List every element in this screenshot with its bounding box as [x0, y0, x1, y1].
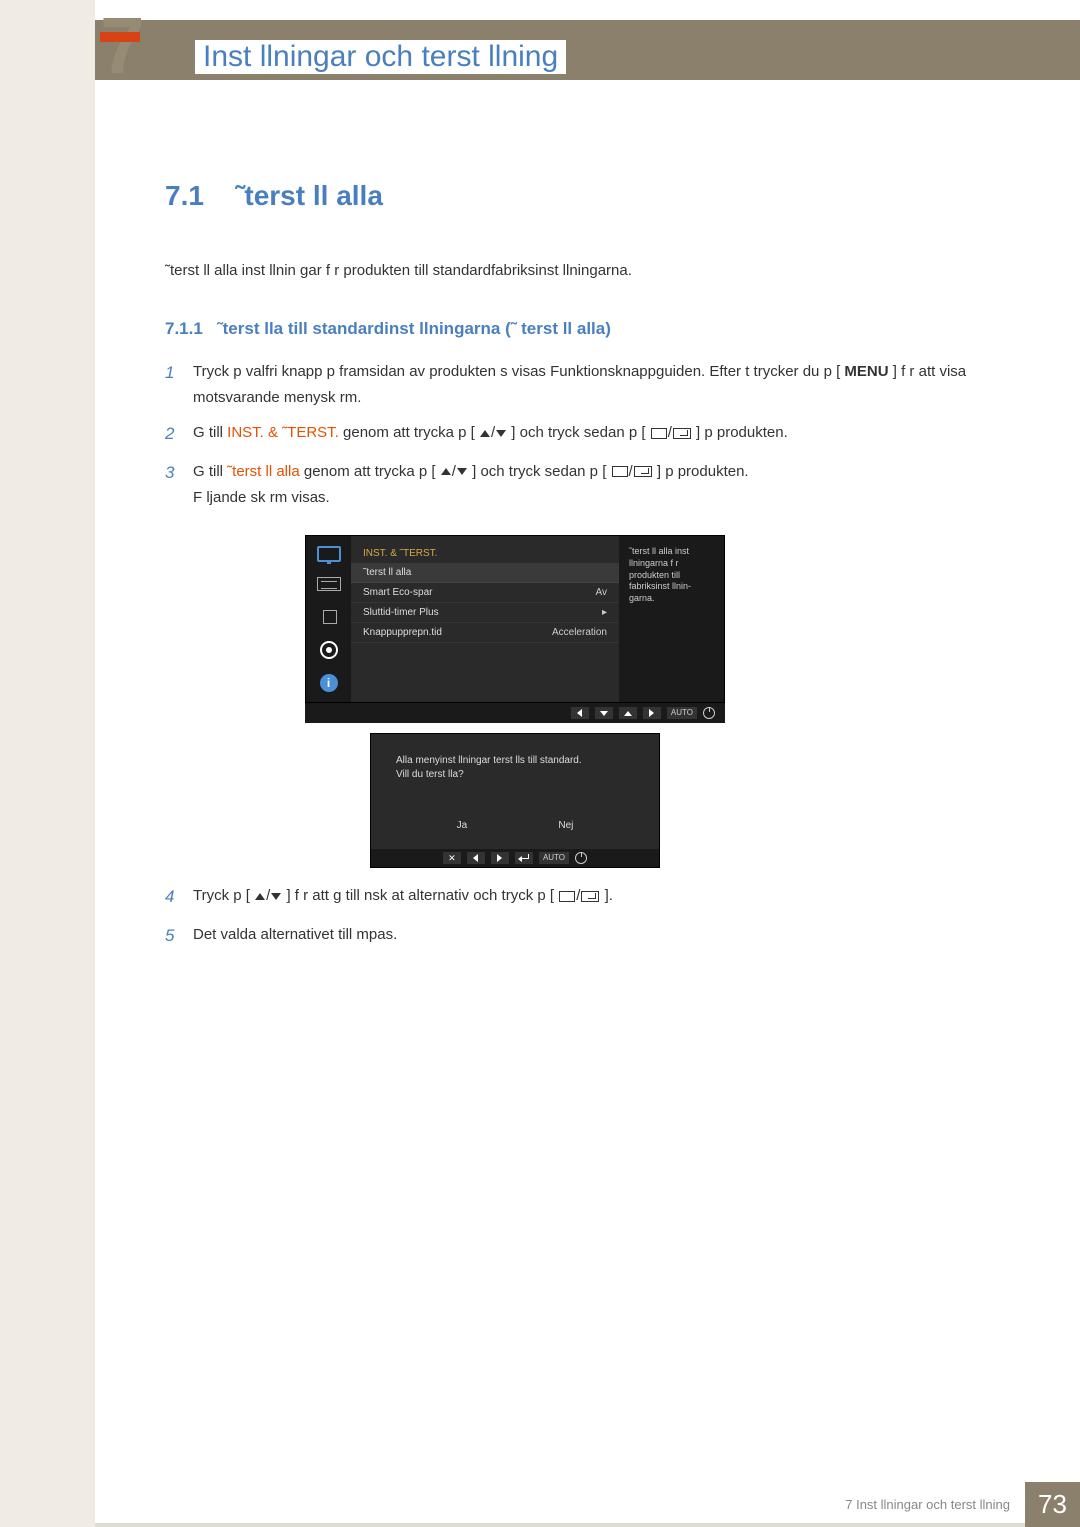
up-down-icon: / [440, 459, 468, 485]
step-2-text: G till INST. & ˜TERST. genom att trycka … [193, 420, 1020, 449]
step-3-follow: F ljande sk rm visas. [193, 489, 330, 506]
section-title: ˜terst ll alla [235, 180, 383, 211]
osd1-row-3: Knappupprepn.tid Acceleration [351, 623, 619, 643]
chapter-number-text: 7 [100, 1, 145, 90]
osd1-row-3-label: Knappupprepn.tid [363, 627, 442, 638]
osd1-row-0: ˜terst ll alla [351, 563, 619, 583]
osd2-line2: Vill du terst lla? [396, 768, 634, 782]
osd-dialog-2: Alla menyinst llningar terst lls till st… [370, 733, 660, 868]
step-3: 3 G till ˜terst ll alla genom att trycka… [165, 459, 1020, 510]
source-enter-icon: / [558, 883, 600, 909]
monitor-icon [317, 546, 341, 562]
step-1-num: 1 [165, 359, 193, 410]
menu-label: MENU [844, 363, 888, 380]
gear-icon [320, 641, 338, 659]
subsection-title: ˜terst lla till standardinst llningarna … [217, 319, 611, 338]
step-4-text-b: ] f r att g till nsk at alternativ och t… [286, 887, 554, 904]
step-2-text-c: ] och tryck sedan p [ [511, 424, 645, 441]
step-3-num: 3 [165, 459, 193, 510]
intro-text: ˜terst ll alla inst llnin gar f r produk… [165, 262, 1020, 279]
chapter-number: 7 [100, 0, 145, 92]
osd1-row-3-val: Acceleration [552, 627, 607, 638]
osd2-buttons: Ja Nej [371, 802, 659, 849]
step-3-orange: ˜terst ll alla [227, 463, 300, 480]
osd1-row-1: Smart Eco-spar Av [351, 583, 619, 603]
footer-text: 7 Inst llningar och terst llning [845, 1497, 1010, 1512]
resize-icon [317, 606, 341, 626]
source-enter-icon: / [650, 420, 692, 446]
nav-left-icon [467, 852, 485, 864]
osd2-nav-bar: ✕ AUTO [371, 849, 659, 867]
osd1-row-1-label: Smart Eco-spar [363, 587, 432, 598]
step-3-text-c: ] och tryck sedan p [ [472, 463, 606, 480]
step-5-num: 5 [165, 922, 193, 951]
nav-up-icon [619, 707, 637, 719]
step-2-text-b: genom att trycka p [ [343, 424, 475, 441]
list-icon [317, 577, 341, 591]
step-2-text-d: ] p produkten. [696, 424, 788, 441]
step-4-text-c: ]. [605, 887, 613, 904]
osd1-nav-bar: AUTO [305, 703, 725, 723]
footer: 7 Inst llningar och terst llning 73 [95, 1482, 1080, 1527]
step-4-text-a: Tryck p [ [193, 887, 250, 904]
osd1-row-2-label: Sluttid-timer Plus [363, 607, 439, 618]
osd2-yes: Ja [457, 820, 468, 831]
step-4-num: 4 [165, 883, 193, 912]
osd1-icon-bar: i [306, 536, 351, 702]
osd1-row-2: Sluttid-timer Plus ▸ [351, 603, 619, 623]
power-icon [703, 707, 715, 719]
step-1-text: Tryck p valfri knapp p framsidan av prod… [193, 359, 1020, 410]
nav-right-icon [643, 707, 661, 719]
close-icon: ✕ [443, 852, 461, 864]
osd2-no: Nej [558, 820, 573, 831]
info-icon: i [320, 674, 338, 692]
step-3-text-b: genom att trycka p [ [304, 463, 436, 480]
subsection-number: 7.1.1 [165, 319, 203, 338]
step-2-num: 2 [165, 420, 193, 449]
nav-down-icon [595, 707, 613, 719]
step-4: 4 Tryck p [ / ] f r att g till nsk at al… [165, 883, 1020, 912]
up-down-icon: / [254, 883, 282, 909]
subsection-heading: 7.1.1 ˜terst lla till standardinst llnin… [165, 319, 1020, 339]
up-down-icon: / [479, 420, 507, 446]
nav-auto-label: AUTO [667, 707, 697, 719]
step-3-text-d: ] p produkten. [657, 463, 749, 480]
nav-auto-label: AUTO [539, 852, 569, 864]
step-5: 5 Det valda alternativet till mpas. [165, 922, 1020, 951]
step-4-text: Tryck p [ / ] f r att g till nsk at alte… [193, 883, 1020, 912]
osd1-header: INST. & ˜TERST. [351, 544, 619, 563]
step-3-text: G till ˜terst ll alla genom att trycka p… [193, 459, 1020, 510]
step-3-text-a: G till [193, 463, 227, 480]
section-number: 7.1 [165, 180, 204, 211]
step-2: 2 G till INST. & ˜TERST. genom att tryck… [165, 420, 1020, 449]
section-heading: 7.1 ˜terst ll alla [165, 180, 1020, 212]
content-area: 7.1 ˜terst ll alla ˜terst ll alla inst l… [95, 180, 1020, 961]
osd2-line1: Alla menyinst llningar terst lls till st… [396, 754, 634, 768]
left-margin [0, 0, 95, 1527]
nav-right-icon [491, 852, 509, 864]
osd1-main: INST. & ˜TERST. ˜terst ll alla Smart Eco… [351, 536, 619, 702]
osd2-body: Alla menyinst llningar terst lls till st… [371, 734, 659, 802]
osd-menu-1: i INST. & ˜TERST. ˜terst ll alla Smart E… [305, 535, 725, 703]
enter-icon [515, 852, 533, 864]
step-1-text-a: Tryck p valfri knapp p framsidan av prod… [193, 363, 840, 380]
osd1-row-1-val: Av [596, 587, 608, 598]
step-1: 1 Tryck p valfri knapp p framsidan av pr… [165, 359, 1020, 410]
osd1-side-help: ˜terst ll alla inst llningarna f r produ… [619, 536, 724, 702]
step-5-text: Det valda alternativet till mpas. [193, 922, 1020, 951]
source-enter-icon: / [611, 459, 653, 485]
osd-container: i INST. & ˜TERST. ˜terst ll alla Smart E… [305, 535, 725, 868]
step-2-text-a: G till [193, 424, 227, 441]
chapter-accent [100, 32, 140, 42]
nav-left-icon [571, 707, 589, 719]
osd1-row-2-val: ▸ [602, 607, 607, 618]
step-2-orange: INST. & ˜TERST. [227, 424, 339, 441]
page-number: 73 [1025, 1482, 1080, 1527]
power-icon [575, 852, 587, 864]
osd1-row-0-label: ˜terst ll alla [363, 567, 411, 578]
chapter-title: Inst llningar och terst llning [195, 40, 566, 74]
